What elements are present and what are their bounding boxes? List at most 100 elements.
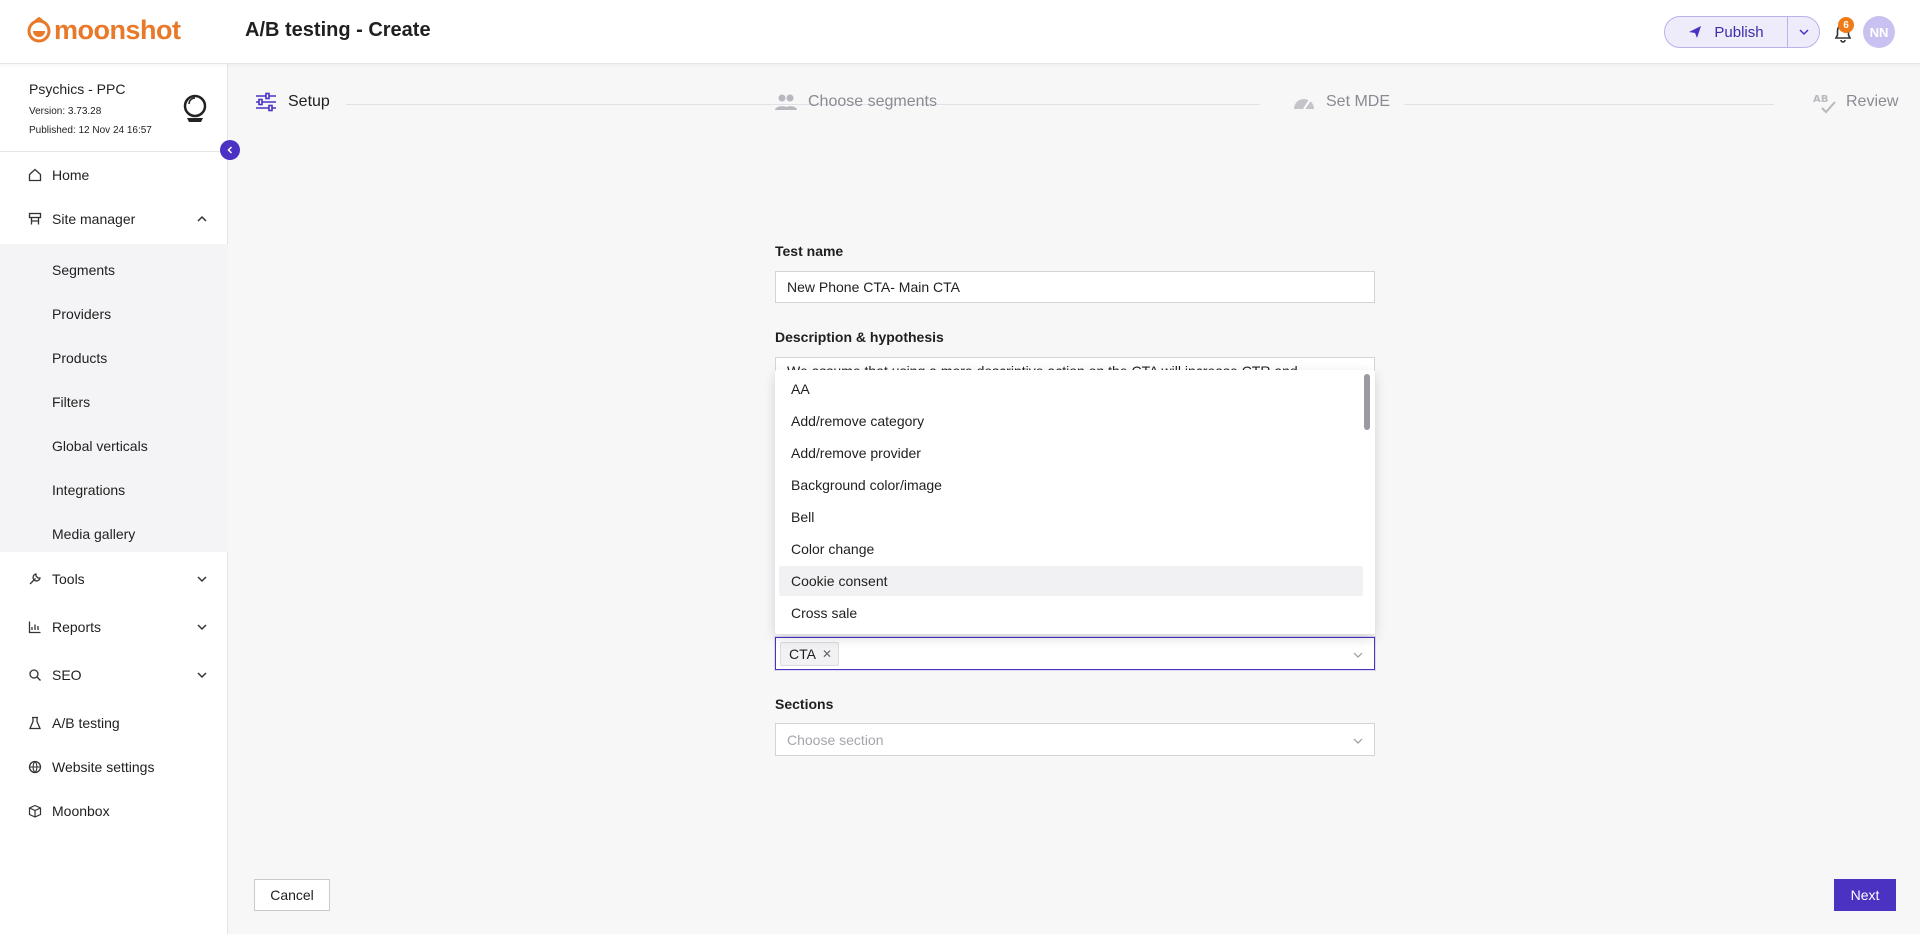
sidebar-item-label: Products <box>52 350 108 366</box>
sidebar-item-integrations[interactable]: Integrations <box>0 472 228 508</box>
sidebar-item-reports[interactable]: Reports <box>0 607 228 647</box>
avatar[interactable]: NN <box>1863 16 1895 48</box>
spellcheck-icon: AB <box>1813 94 1836 114</box>
users-icon <box>775 94 797 110</box>
sidebar-item-label: Tools <box>52 571 85 587</box>
dropdown-option[interactable]: Background color/image <box>779 470 1363 500</box>
chevron-down-icon <box>1353 652 1363 658</box>
publish-button[interactable]: Publish <box>1665 17 1787 47</box>
publish-button-group: Publish <box>1664 16 1820 48</box>
notification-badge: 6 <box>1838 17 1854 33</box>
dropdown-option[interactable]: Add/remove provider <box>779 438 1363 468</box>
sidebar-item-filters[interactable]: Filters <box>0 384 228 420</box>
publish-options-button[interactable] <box>1787 17 1819 47</box>
step-label: Review <box>1846 93 1899 110</box>
sitemap-icon <box>28 212 42 225</box>
sidebar-item-providers[interactable]: Providers <box>0 296 228 332</box>
cancel-button[interactable]: Cancel <box>254 879 330 911</box>
moonshot-logo-icon <box>27 17 51 43</box>
dropdown-option[interactable]: Cookie consent <box>779 566 1363 596</box>
next-button[interactable]: Next <box>1834 879 1896 911</box>
step-label: Setup <box>288 93 330 110</box>
sidebar-item-home[interactable]: Home <box>0 155 228 195</box>
sidebar-item-label: Integrations <box>52 482 126 498</box>
step-connector <box>1404 104 1774 105</box>
top-bar: moonshot A/B testing - Create Publish 6 … <box>0 0 1920 64</box>
flask-icon <box>29 716 41 730</box>
step-set-mde[interactable]: Set MDE <box>1292 90 1390 114</box>
logo-text: moonshot <box>54 15 181 45</box>
sidebar-item-label: Reports <box>52 619 102 635</box>
dropdown-option[interactable]: AA <box>779 374 1363 404</box>
sidebar-item-label: Website settings <box>52 759 155 775</box>
chevron-down-icon <box>197 672 207 679</box>
send-icon <box>1689 26 1702 38</box>
step-review[interactable]: AB Review <box>1812 90 1898 114</box>
sidebar-item-segments[interactable]: Segments <box>0 252 228 288</box>
wrench-icon <box>29 573 41 585</box>
step-label: Set MDE <box>1326 93 1391 110</box>
site-published: Published: 12 Nov 24 16:57 <box>29 125 152 136</box>
chevron-down-icon <box>1798 29 1809 36</box>
site-version: Version: 3.73.28 <box>29 106 102 117</box>
sidebar-item-label: Site manager <box>52 211 136 227</box>
page-title: A/B testing - Create <box>245 19 431 41</box>
gauge-icon <box>1294 99 1314 110</box>
moonshot-logo[interactable]: moonshot <box>26 15 181 45</box>
dropdown-option[interactable]: Cross sale <box>779 598 1363 628</box>
sidebar-item-media-gallery[interactable]: Media gallery <box>0 516 228 552</box>
sidebar-item-label: Filters <box>52 394 91 410</box>
sidebar-item-label: Moonbox <box>52 803 110 819</box>
stepper: Setup Choose segments Set MDE AB Review <box>228 64 1920 144</box>
tag-label: CTA <box>789 645 816 662</box>
svg-text:AB: AB <box>1813 94 1828 105</box>
sidebar-item-site-manager[interactable]: Site manager <box>0 199 228 239</box>
publish-label: Publish <box>1714 23 1764 41</box>
sidebar-item-label: SEO <box>52 667 82 683</box>
category-multi-select[interactable]: CTA ✕ <box>775 637 1375 670</box>
sidebar-item-label: A/B testing <box>52 715 120 731</box>
step-choose-segments[interactable]: Choose segments <box>774 90 937 114</box>
remove-tag-icon[interactable]: ✕ <box>822 647 832 661</box>
crystal-ball-icon <box>183 94 207 122</box>
selected-tag: CTA ✕ <box>780 641 840 666</box>
home-icon <box>28 168 42 182</box>
collapse-sidebar-button[interactable] <box>220 140 240 160</box>
globe-icon <box>28 760 42 774</box>
sidebar: Psychics - PPC Version: 3.73.28 Publishe… <box>0 64 228 934</box>
sections-label: Sections <box>775 696 834 712</box>
step-setup[interactable]: Setup <box>254 90 330 114</box>
sidebar-item-moonbox[interactable]: Moonbox <box>0 791 228 831</box>
box-icon <box>28 804 42 818</box>
sections-select[interactable]: Choose section <box>775 723 1375 756</box>
test-name-input[interactable]: New Phone CTA- Main CTA <box>775 271 1375 303</box>
sidebar-item-products[interactable]: Products <box>0 340 228 376</box>
dropdown-option[interactable]: Bell <box>779 502 1363 532</box>
chevron-up-icon <box>197 215 207 222</box>
sidebar-item-label: Global verticals <box>52 438 148 454</box>
dropdown-scrollbar[interactable] <box>1364 374 1370 430</box>
sections-placeholder: Choose section <box>787 731 884 748</box>
sidebar-item-label: Segments <box>52 262 116 278</box>
step-connector <box>950 104 1260 105</box>
site-name: Psychics - PPC <box>29 81 126 97</box>
sidebar-item-label: Providers <box>52 306 112 322</box>
sidebar-item-seo[interactable]: SEO <box>0 655 228 695</box>
step-label: Choose segments <box>808 93 937 110</box>
sidebar-item-tools[interactable]: Tools <box>0 559 228 599</box>
description-label: Description & hypothesis <box>775 329 944 345</box>
dropdown-option[interactable]: Add/remove category <box>779 406 1363 436</box>
test-name-label: Test name <box>775 243 844 259</box>
chart-icon <box>28 621 41 634</box>
site-manager-submenu: Segments Providers Products Filters Glob… <box>0 244 228 552</box>
chevron-down-icon <box>197 624 207 631</box>
sidebar-item-website-settings[interactable]: Website settings <box>0 747 228 787</box>
sidebar-item-global-verticals[interactable]: Global verticals <box>0 428 228 464</box>
sidebar-item-ab-testing[interactable]: A/B testing <box>0 703 228 743</box>
dropdown-option[interactable]: Color change <box>779 534 1363 564</box>
site-card: Psychics - PPC Version: 3.73.28 Publishe… <box>0 64 228 152</box>
sidebar-item-label: Media gallery <box>52 526 136 542</box>
chevron-left-icon <box>227 146 233 154</box>
sidebar-item-label: Home <box>52 167 90 183</box>
search-icon <box>29 669 41 681</box>
